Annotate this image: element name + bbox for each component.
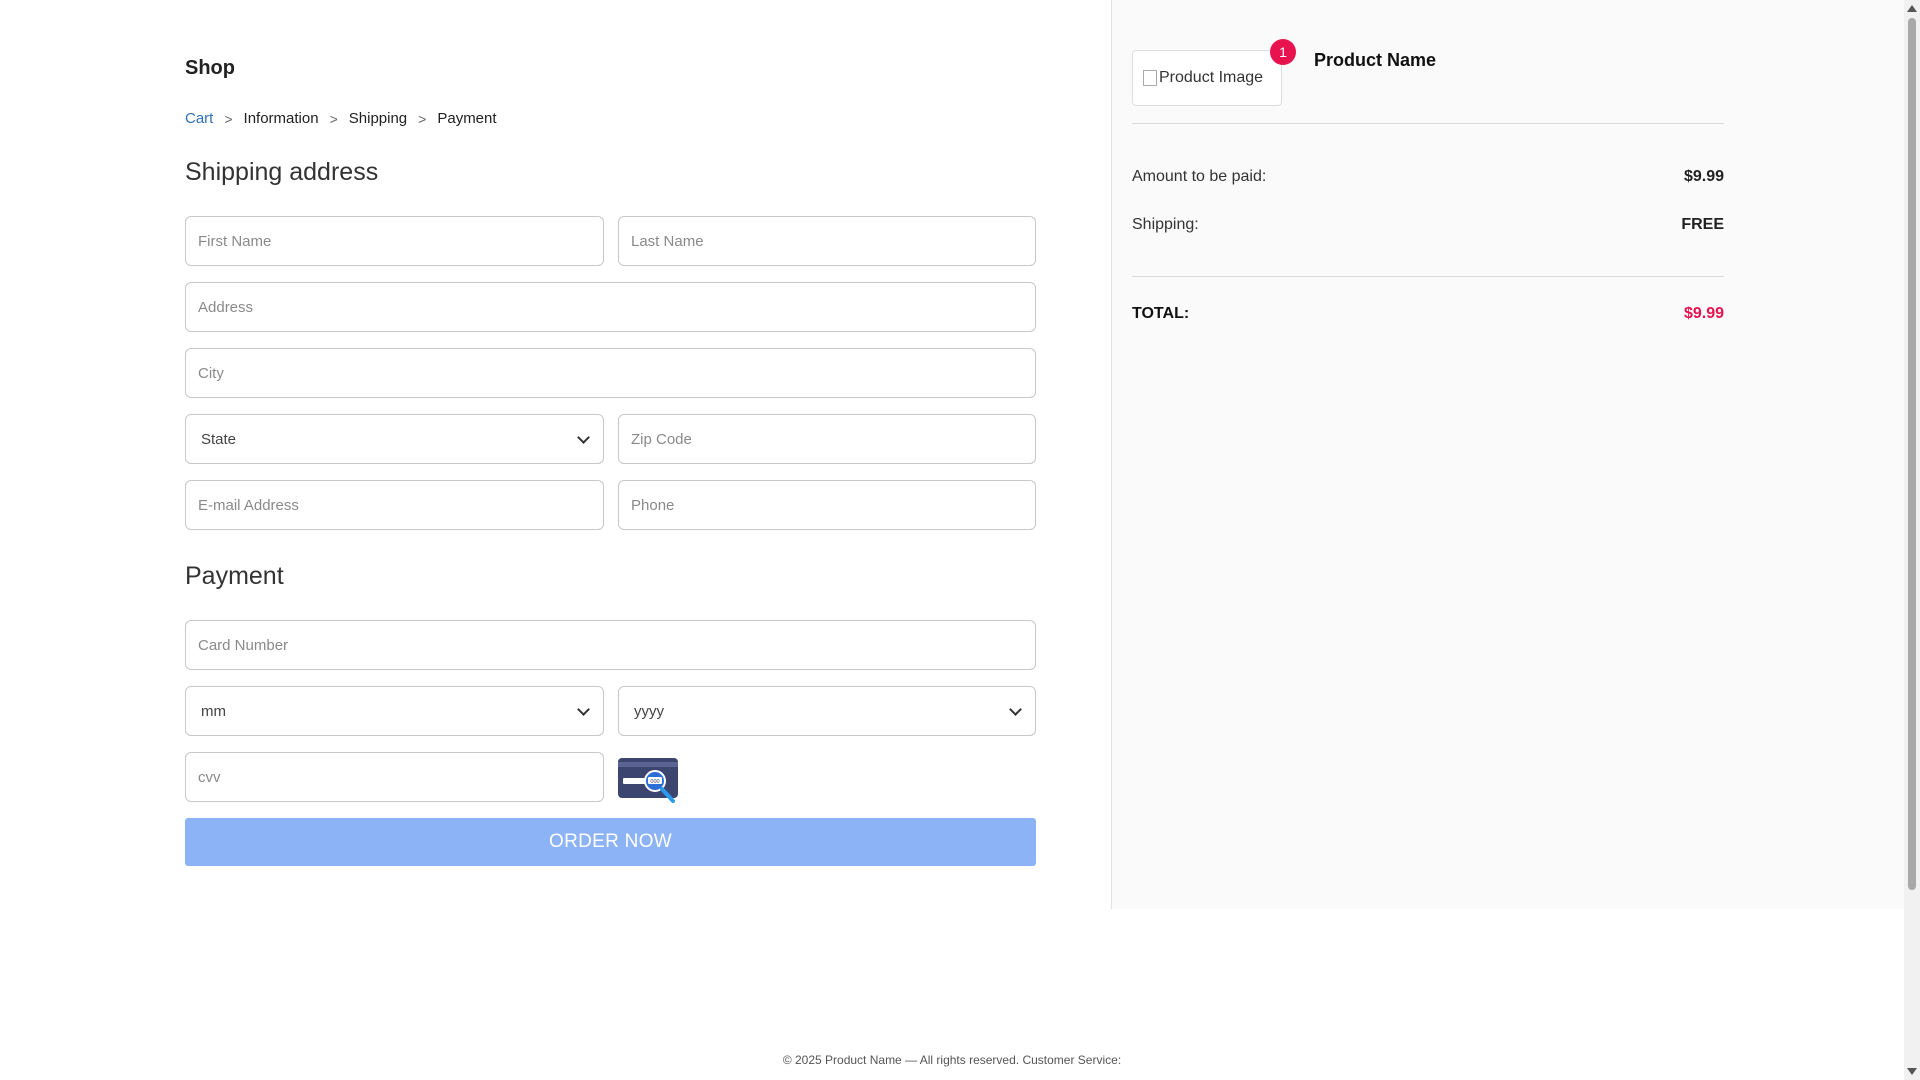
breadcrumb-separator: > [224,110,233,127]
page-scrollbar[interactable] [1904,0,1920,1080]
shipping-label: Shipping: [1132,216,1199,233]
breadcrumb: Cart > Information > Shipping > Payment [185,110,497,127]
scroll-up-arrow-icon[interactable] [1907,5,1917,12]
total-label: TOTAL: [1132,305,1190,322]
zip-code-input[interactable] [618,414,1036,464]
chevron-down-icon [577,702,590,716]
chevron-down-icon [577,430,590,444]
address-input[interactable] [185,282,1036,332]
order-now-button[interactable]: ORDER NOW [185,818,1036,866]
city-input[interactable] [185,348,1036,398]
expiry-month-value: mm [201,702,226,720]
amount-label: Amount to be paid: [1132,168,1267,185]
breadcrumb-payment: Payment [437,110,497,127]
summary-divider [1132,276,1724,277]
quantity-badge: 1 [1270,39,1296,65]
breadcrumb-shipping: Shipping [348,110,408,127]
scrollbar-thumb[interactable] [1908,18,1916,890]
state-select-value: State [201,430,237,448]
product-name: Product Name [1314,50,1437,70]
payment-heading: Payment [185,562,284,590]
breadcrumb-separator: > [418,110,427,127]
state-select[interactable]: State [185,414,604,464]
breadcrumb-separator: > [329,110,338,127]
breadcrumb-cart-link[interactable]: Cart [185,110,213,127]
expiry-year-select[interactable]: yyyy [618,686,1036,736]
breadcrumb-information: Information [243,110,319,127]
svg-text:000: 000 [650,779,659,785]
expiry-year-value: yyyy [634,702,664,720]
amount-value: $9.99 [1683,168,1724,185]
footer-customer-service: Customer Service: [1022,1053,1122,1067]
email-input[interactable] [185,480,604,530]
scroll-down-arrow-icon[interactable] [1907,1068,1917,1075]
footer-copyright: © 2025 Product Name — All rights reserve… [782,1053,1020,1067]
broken-image-icon [1143,70,1157,86]
phone-input[interactable] [618,480,1036,530]
product-image-alt: Product Image [1159,69,1264,86]
last-name-input[interactable] [618,216,1036,266]
shop-brand[interactable]: Shop [185,57,235,80]
expiry-month-select[interactable]: mm [185,686,604,736]
order-summary: Product Image 1 Product Name Amount to b… [1111,0,1905,909]
credit-card-cvv-icon: 000 [618,758,678,803]
cvv-input[interactable] [185,752,604,802]
summary-divider [1132,123,1724,124]
total-value: $9.99 [1683,305,1724,322]
shipping-address-heading: Shipping address [185,158,379,186]
chevron-down-icon [1009,702,1022,716]
first-name-input[interactable] [185,216,604,266]
card-number-input[interactable] [185,620,1036,670]
page-footer: © 2025 Product Name — All rights reserve… [0,1053,1904,1067]
checkout-page: Shop Cart > Information > Shipping > Pay… [0,0,1905,1080]
product-image: Product Image [1132,50,1282,106]
shipping-value: FREE [1681,216,1724,233]
